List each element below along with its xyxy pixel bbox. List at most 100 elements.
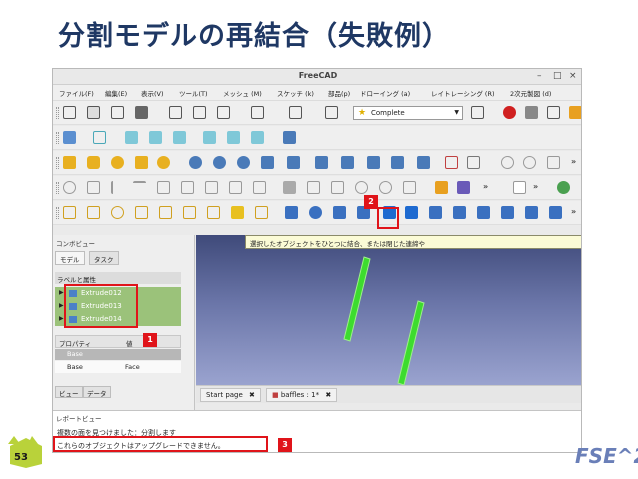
close-icon[interactable]: ✖ [325,391,331,399]
toolbar-grip[interactable] [56,207,59,219]
paste-icon[interactable] [217,106,230,119]
menu-mesh[interactable]: メッシュ (M) [223,88,262,98]
toolbar-more[interactable]: » [571,207,576,216]
edit-icon[interactable] [453,206,466,219]
tab-baffles[interactable]: ■ baffles : 1* ✖ [266,388,338,402]
wire-icon[interactable] [87,206,100,219]
downgrade-icon[interactable] [405,206,418,219]
right-view-icon[interactable] [173,131,186,144]
bspline-icon[interactable] [207,206,220,219]
box-icon[interactable] [63,156,76,169]
mirror-icon[interactable] [341,156,354,169]
menu-edit[interactable]: 編集(E) [105,88,127,98]
front-view-icon[interactable] [125,131,138,144]
constraint-icon[interactable] [403,181,416,194]
vertical-icon[interactable] [111,181,124,194]
minimize-button[interactable]: – [537,71,542,81]
offset-icon[interactable] [333,206,346,219]
toolbar-more[interactable]: » [483,182,488,191]
tangent-icon[interactable] [205,181,218,194]
revolve-icon[interactable] [315,156,328,169]
close-button[interactable]: × [569,71,577,81]
menu-tools[interactable]: ツール(T) [179,88,208,98]
maximize-button[interactable]: □ [553,71,562,81]
toolbar-grip[interactable] [56,157,59,169]
open-file-icon[interactable] [87,106,100,119]
toolbar-grip[interactable] [56,132,59,144]
save-icon[interactable] [111,106,124,119]
extrude-icon[interactable] [287,156,300,169]
cut-icon[interactable] [169,106,182,119]
tab-start-page[interactable]: Start page ✖ [200,388,261,402]
equal-icon[interactable] [229,181,242,194]
sketch-icon[interactable] [445,156,458,169]
rear-view-icon[interactable] [203,131,216,144]
toolbar-more[interactable]: » [571,157,576,166]
shape-2d-view-icon[interactable] [525,206,538,219]
tab-model[interactable]: モデル [55,251,85,265]
radius-icon[interactable] [355,181,368,194]
raytrace-icon[interactable] [557,181,570,194]
rotate-icon[interactable] [309,206,322,219]
menu-sketch[interactable]: スケッチ (k) [277,88,314,98]
line-icon[interactable] [63,206,76,219]
toolbar-more[interactable]: » [533,182,538,191]
cone-icon[interactable] [135,156,148,169]
draft-to-sketch-icon[interactable] [549,206,562,219]
measure-icon[interactable] [283,131,296,144]
menu-raytracing[interactable]: レイトレーシング (R) [431,88,495,98]
parallel-icon[interactable] [157,181,170,194]
horizontal-distance-icon[interactable] [307,181,320,194]
bottom-view-icon[interactable] [227,131,240,144]
page-icon[interactable] [513,181,526,194]
cylinder-icon[interactable] [87,156,100,169]
boolean-icon[interactable] [189,156,202,169]
close-icon[interactable]: ✖ [249,391,255,399]
sketch-edit-icon[interactable] [467,156,480,169]
part-design-icon[interactable] [435,181,448,194]
copy-icon[interactable] [193,106,206,119]
expand-arrow-icon[interactable]: ▶ [59,302,64,309]
point-icon[interactable] [501,156,514,169]
cut-shape-icon[interactable] [213,156,226,169]
stop-macro-icon[interactable] [525,106,538,119]
toolbar-grip[interactable] [56,107,59,119]
redo-icon[interactable] [289,106,302,119]
record-macro-icon[interactable] [503,106,516,119]
menu-draft[interactable]: 2次元製図 (d) [510,88,551,98]
macros-icon[interactable] [547,106,560,119]
whats-this-icon[interactable] [471,106,484,119]
3d-viewport[interactable] [196,235,581,386]
common-icon[interactable] [261,156,274,169]
add-point-icon[interactable] [501,206,514,219]
tab-data[interactable]: データ [83,386,111,398]
top-view-icon[interactable] [149,131,162,144]
fit-all-icon[interactable] [63,131,76,144]
move-icon[interactable] [285,206,298,219]
loft-icon[interactable] [417,156,430,169]
torus-icon[interactable] [157,156,170,169]
wire-to-bspline-icon[interactable] [477,206,490,219]
execute-macro-icon[interactable] [569,106,581,119]
scale-icon[interactable] [429,206,442,219]
vertical-distance-icon[interactable] [331,181,344,194]
menu-view[interactable]: 表示(V) [141,88,164,98]
draft-arc-icon[interactable] [135,206,148,219]
horizontal-icon[interactable] [133,181,146,194]
draft-circle-icon[interactable] [111,206,124,219]
left-view-icon[interactable] [251,131,264,144]
menu-file[interactable]: ファイル(F) [59,88,94,98]
menu-drawing[interactable]: ドローイング (a) [360,88,410,98]
fillet-icon[interactable] [367,156,380,169]
workbench-selector[interactable]: ★ Complete ▼ [353,106,463,120]
polygon-icon[interactable] [183,206,196,219]
perpendicular-icon[interactable] [181,181,194,194]
expand-arrow-icon[interactable]: ▶ [59,315,64,322]
fuse-icon[interactable] [237,156,250,169]
rectangle-icon[interactable] [159,206,172,219]
undo-icon[interactable] [251,106,264,119]
dimension-icon[interactable] [255,206,268,219]
tab-view[interactable]: ビュー [55,386,83,398]
chamfer-icon[interactable] [391,156,404,169]
refresh-icon[interactable] [325,106,338,119]
